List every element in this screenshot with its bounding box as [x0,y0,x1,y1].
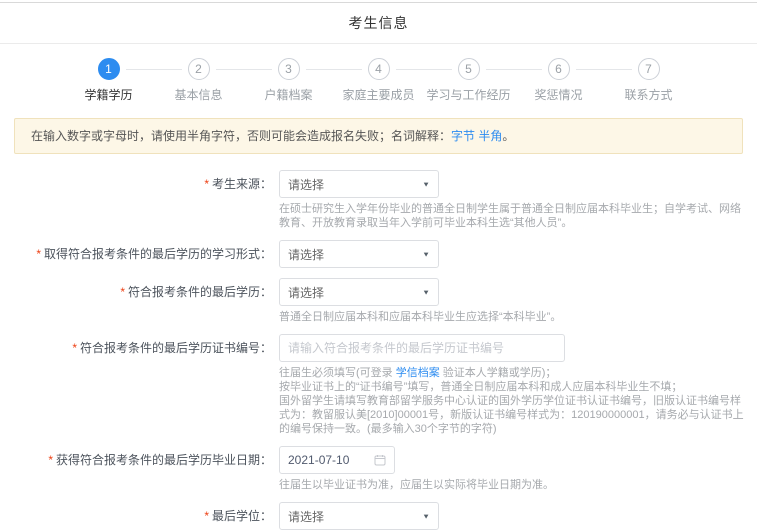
xuexin-archive-link[interactable]: 学信档案 [396,367,440,379]
halfwidth-warning-banner: 在输入数字或字母时，请使用半角字符，否则可能会造成报名失败；名词解释：字节 半角… [14,118,743,154]
page-title: 考生信息 [348,15,409,31]
study-form-select[interactable]: 请选择 ▼ [279,240,439,268]
required-asterisk: * [120,285,125,299]
field-help-text: 往届生必须填写(可登录 学信档案 验证本人学籍或学历)； 按毕业证书上的“证书编… [279,367,744,435]
step-1-education[interactable]: 1 学籍学历 [64,58,182,103]
step-indicator: 1 学籍学历 2 基本信息 3 户籍档案 4 家庭主要成员 5 学习与工作经历 … [0,44,757,103]
step-label: 奖惩情况 [534,88,583,102]
step-label: 学籍学历 [84,88,133,102]
required-asterisk: * [204,177,209,191]
form-row-certificate-number: *符合报考条件的最后学历证书编号： 往届生必须填写(可登录 学信档案 验证本人学… [0,334,757,436]
form-row-final-education: * 符合报考条件的最后学历： 请选择 ▼ 普通全日制应届本科和应届本科毕业生应选择… [0,278,757,324]
halfwidth-term-link[interactable]: 半角 [478,129,502,143]
select-value: 请选择 [288,247,325,262]
step-4-family[interactable]: 4 家庭主要成员 [334,58,452,103]
select-value: 请选择 [288,285,325,300]
step-number-badge: 4 [367,58,390,80]
calendar-icon [374,454,386,466]
banner-text: 在输入数字或字母时，请使用半角字符，否则可能会造成报名失败；名词解释： [31,129,452,143]
step-3-household[interactable]: 3 户籍档案 [244,58,362,103]
step-label: 基本信息 [174,88,223,102]
final-degree-select[interactable]: 请选择 ▼ [279,502,439,530]
field-label: * 取得符合报考条件的最后学历的学习形式： [36,247,272,261]
select-value: 请选择 [288,177,325,192]
step-7-contact[interactable]: 7 联系方式 [604,58,694,103]
step-label: 联系方式 [624,88,673,102]
candidate-source-select[interactable]: 请选择 ▼ [279,170,439,198]
field-label: * 获得符合报考条件的最后学历毕业日期： [48,453,272,467]
step-number-badge: 2 [187,58,210,80]
chevron-down-icon: ▼ [422,250,430,258]
field-help-text: 在硕士研究生入学年份毕业的普通全日制学生属于普通全日制应届本科毕业生；自学考试、… [279,203,741,229]
candidate-info-form: * 考生来源： 请选择 ▼ 在硕士研究生入学年份毕业的普通全日制学生属于普通全日制… [0,154,757,530]
chevron-down-icon: ▼ [422,288,430,296]
step-2-basic-info[interactable]: 2 基本信息 [154,58,272,103]
form-row-graduation-date: * 获得符合报考条件的最后学历毕业日期： 2021-07-10 往届生以毕业证书为… [0,446,757,492]
page-header: 考生信息 [0,2,757,44]
field-label: * 考生来源： [204,177,272,191]
chevron-down-icon: ▼ [422,512,430,520]
required-asterisk: * [36,247,41,261]
field-label: * 最后学位： [204,509,272,523]
step-label: 学习与工作经历 [426,88,511,102]
banner-period: 。 [502,129,515,143]
required-asterisk: * [204,509,209,523]
form-row-candidate-source: * 考生来源： 请选择 ▼ 在硕士研究生入学年份毕业的普通全日制学生属于普通全日制… [0,170,757,230]
field-help-text: 普通全日制应届本科和应届本科毕业生应选择“本科毕业”。 [279,311,562,323]
step-number-badge: 5 [457,58,480,80]
chevron-down-icon: ▼ [422,180,430,188]
required-asterisk: * [48,453,53,467]
form-row-study-form: * 取得符合报考条件的最后学历的学习形式： 请选择 ▼ [0,240,757,268]
step-number-badge: 1 [97,58,120,80]
step-5-experience[interactable]: 5 学习与工作经历 [424,58,542,103]
step-number-badge: 7 [637,58,660,80]
final-education-select[interactable]: 请选择 ▼ [279,278,439,306]
step-number-badge: 6 [547,58,570,80]
form-row-final-degree: * 最后学位： 请选择 ▼ [0,502,757,530]
field-help-text: 往届生以毕业证书为准，应届生以实际将毕业日期为准。 [279,479,554,491]
select-value: 请选择 [288,509,325,524]
graduation-date-picker[interactable]: 2021-07-10 [279,446,395,474]
date-value: 2021-07-10 [288,453,350,467]
step-6-rewards[interactable]: 6 奖惩情况 [514,58,632,103]
byte-term-link[interactable]: 字节 [451,129,475,143]
required-asterisk: * [72,341,77,355]
step-label: 家庭主要成员 [342,88,415,102]
step-number-badge: 3 [277,58,300,80]
certificate-number-input[interactable] [279,334,565,362]
field-label: * 符合报考条件的最后学历： [120,285,272,299]
step-label: 户籍档案 [264,88,313,102]
field-label: * 符合报考条件的最后学历证书编号： [72,341,272,355]
